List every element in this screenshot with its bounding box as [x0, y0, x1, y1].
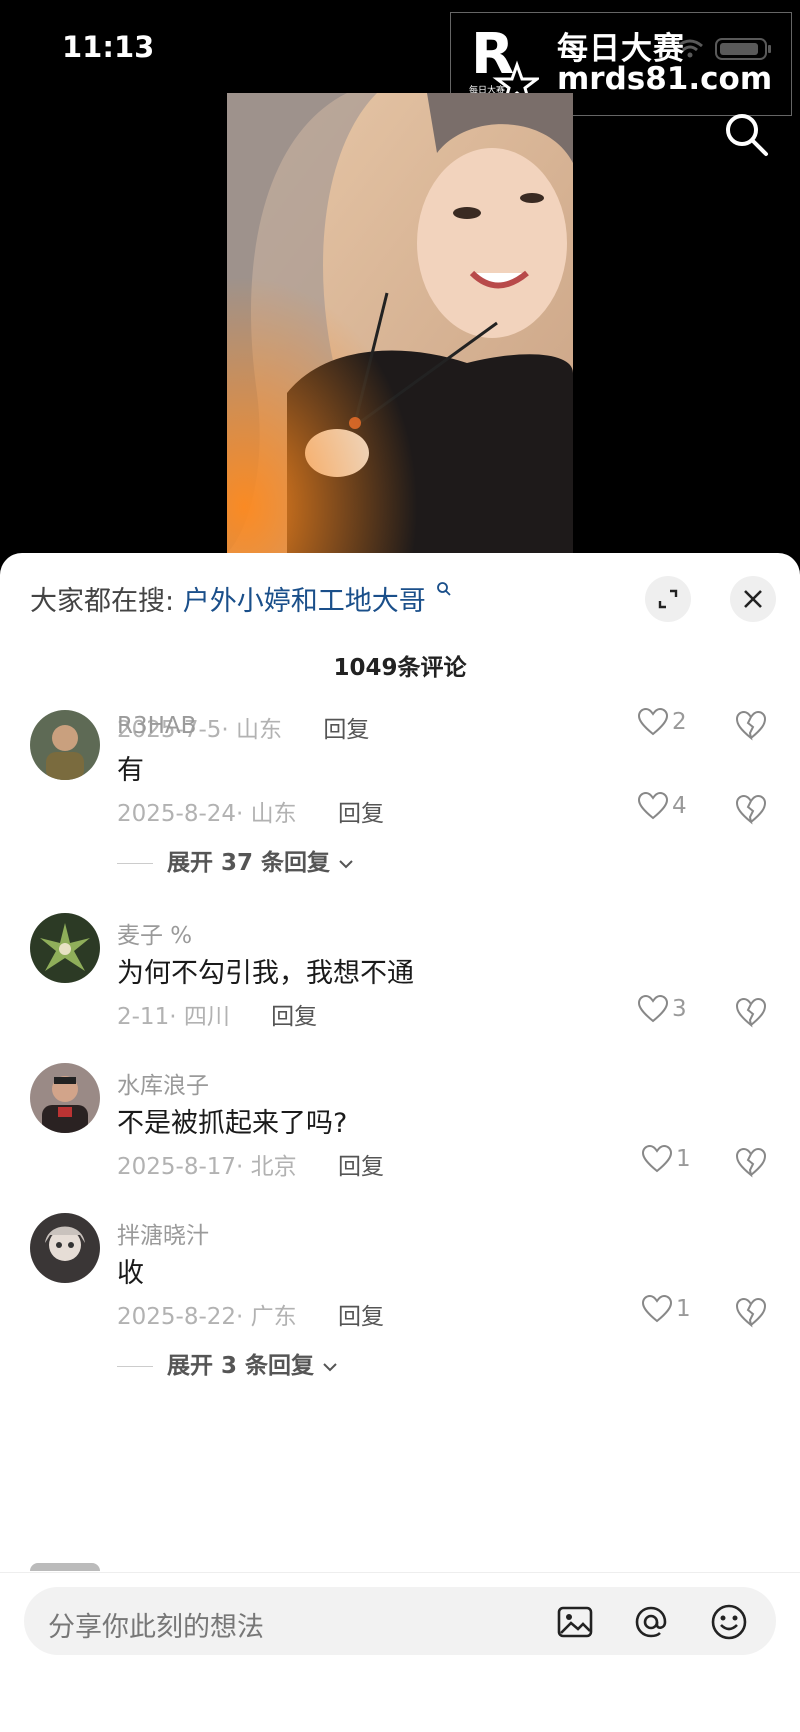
comment-meta: 2025-8-24· 山东 回复 — [117, 801, 384, 827]
heart-icon — [641, 1294, 673, 1323]
search-icon[interactable] — [722, 110, 770, 158]
small-search-icon — [437, 582, 451, 596]
comment-text: 收 — [117, 1258, 144, 1289]
like-button[interactable]: 3 — [637, 994, 687, 1029]
dislike-icon[interactable] — [735, 996, 767, 1028]
svg-text:R: R — [471, 22, 514, 87]
avatar — [30, 1563, 100, 1571]
expand-icon — [658, 589, 678, 609]
like-button[interactable]: 2 — [637, 707, 687, 742]
like-button[interactable]: 4 — [637, 791, 687, 826]
hot-search-label: 大家都在搜: — [30, 586, 175, 617]
chevron-down-icon — [339, 860, 353, 869]
expand-replies-button[interactable]: 展开 37 条回复 — [117, 843, 354, 877]
reply-button[interactable]: 回复 — [271, 1004, 317, 1030]
comment-text: 为何不勾引我，我想不通 — [117, 958, 414, 989]
comment-location: 山东 — [236, 717, 283, 743]
like-count: 3 — [672, 996, 687, 1022]
comment-meta: 2025-8-22· 广东 回复 — [117, 1304, 384, 1330]
dislike-icon[interactable] — [735, 1296, 767, 1328]
comment-location: 广东 — [250, 1304, 297, 1330]
comment-username[interactable]: R3HAB — [117, 713, 196, 739]
mention-icon[interactable] — [632, 1603, 670, 1641]
close-icon — [744, 590, 762, 608]
avatar[interactable] — [30, 1063, 100, 1133]
comment-date: 2025-8-22 — [117, 1304, 237, 1330]
avatar-image — [30, 710, 100, 780]
fullscreen-button[interactable] — [645, 576, 691, 622]
divider-line — [117, 1366, 153, 1367]
comment-text: 不是被抓起来了吗? — [117, 1108, 348, 1139]
like-count: 2 — [672, 709, 687, 735]
expand-replies-button[interactable]: 展开 3 条回复 — [117, 1346, 338, 1380]
expand-replies-label: 展开 37 条回复 — [167, 850, 331, 876]
comment-meta: 2025-8-17· 北京 回复 — [117, 1154, 384, 1180]
comment-meta: 2-11· 四川 回复 — [117, 1004, 318, 1030]
image-icon[interactable] — [556, 1603, 594, 1641]
chevron-down-icon — [323, 1363, 337, 1372]
reply-button[interactable]: 回复 — [338, 801, 384, 827]
comment-username[interactable]: 拌溏晓汁 — [117, 1216, 209, 1250]
comment-text: 有 — [117, 755, 144, 786]
like-button[interactable]: 1 — [641, 1144, 691, 1179]
watermark-url: mrds81.com — [557, 61, 773, 97]
hot-search-banner[interactable]: 大家都在搜: 户外小婷和工地大哥 — [30, 579, 452, 618]
like-button[interactable]: 1 — [641, 1294, 691, 1329]
close-button[interactable] — [730, 576, 776, 622]
avatar[interactable] — [30, 1213, 100, 1283]
avatar[interactable] — [30, 710, 100, 780]
avatar-image — [30, 913, 100, 983]
comment-input-placeholder: 分享你此刻的想法 — [48, 1612, 264, 1643]
emoji-icon[interactable] — [710, 1603, 748, 1641]
dislike-icon[interactable] — [735, 793, 767, 825]
reply-button[interactable]: 回复 — [338, 1154, 384, 1180]
comments-sheet: 大家都在搜: 户外小婷和工地大哥 1049条评论 2025-7-5· 山东 回复… — [0, 553, 800, 1731]
heart-icon — [637, 707, 669, 736]
comment-count: 1049条评论 — [333, 655, 467, 681]
comment-username[interactable]: 水库浪子 — [117, 1066, 209, 1100]
reply-button[interactable]: 回复 — [338, 1304, 384, 1330]
divider-line — [117, 863, 153, 864]
comment-username[interactable]: 麦子 % — [117, 916, 192, 950]
expand-replies-label: 展开 3 条回复 — [167, 1353, 315, 1379]
like-count: 1 — [676, 1296, 691, 1322]
comment-location: 北京 — [250, 1154, 297, 1180]
video-thumbnail[interactable] — [227, 93, 573, 553]
hot-search-term[interactable]: 户外小婷和工地大哥 — [183, 586, 426, 617]
portrait-photo — [227, 93, 573, 553]
avatar-image — [30, 1213, 100, 1283]
comment-location: 四川 — [183, 1004, 230, 1030]
comment-date: 2025-8-17 — [117, 1154, 237, 1180]
heart-icon — [641, 1144, 673, 1173]
comment-date: 2-11 — [117, 1004, 170, 1030]
avatar-image — [30, 1063, 100, 1133]
avatar[interactable] — [30, 913, 100, 983]
comment-input[interactable]: 分享你此刻的想法 — [24, 1587, 776, 1655]
comment-input-bar: 分享你此刻的想法 — [0, 1572, 800, 1732]
comment-date: 2025-8-24 — [117, 801, 237, 827]
heart-icon — [637, 994, 669, 1023]
status-time: 11:13 — [62, 30, 155, 64]
dislike-icon[interactable] — [735, 1146, 767, 1178]
heart-icon — [637, 791, 669, 820]
like-count: 4 — [672, 793, 687, 819]
reply-button[interactable]: 回复 — [323, 717, 369, 743]
like-count: 1 — [676, 1146, 691, 1172]
dislike-icon[interactable] — [735, 709, 767, 741]
comment-location: 山东 — [250, 801, 297, 827]
